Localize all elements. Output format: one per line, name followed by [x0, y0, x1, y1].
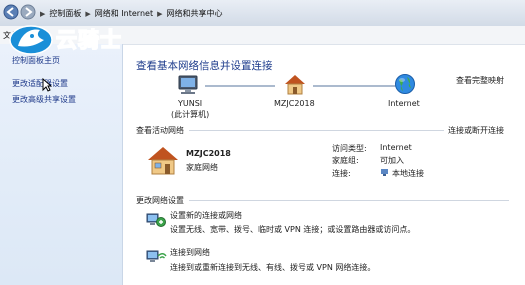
view-full-map-link[interactable]: 查看完整映射 — [456, 75, 504, 86]
connect-network-desc: 连接到或重新连接到无线、有线、拨号或 VPN 网络连接。 — [170, 263, 376, 272]
knight-logo-icon — [9, 25, 53, 55]
map-network-name: MZJC2018 — [274, 99, 315, 108]
active-network-name: MZJC2018 — [186, 149, 231, 158]
breadcrumb-network-internet[interactable]: 网络和 Internet — [95, 8, 153, 19]
watermark-text: 云骑士 — [55, 27, 122, 53]
local-connection-link[interactable]: 本地连接 — [392, 168, 424, 179]
mouse-pointer-icon — [42, 78, 52, 92]
sidebar-item-change-adapter[interactable]: 更改适配器设置 — [12, 78, 68, 89]
change-settings-header: 更改网络设置 — [136, 196, 184, 205]
homegroup-link[interactable]: 可加入 — [380, 155, 404, 166]
chevron-right-icon: ▶ — [85, 9, 91, 18]
connector-line-icon — [313, 85, 398, 87]
connect-network-link[interactable]: 连接到网络 — [170, 247, 210, 258]
network-setup-icon — [146, 213, 166, 227]
computer-sub: (此计算机) — [171, 110, 210, 119]
section-divider — [189, 130, 444, 131]
breadcrumb-network-sharing[interactable]: 网络和共享中心 — [166, 8, 222, 19]
sidebar-item-advanced-sharing[interactable]: 更改高级共享设置 — [12, 94, 76, 105]
connect-network-icon — [146, 250, 167, 262]
back-icon[interactable] — [3, 4, 19, 20]
page-title: 查看基本网络信息并设置连接 — [136, 60, 273, 72]
connections-label: 连接: — [332, 169, 351, 178]
section-divider — [189, 200, 509, 201]
sidebar: 控制面板主页 更改适配器设置 更改高级共享设置 — [0, 44, 123, 285]
active-networks-header: 查看活动网络 — [136, 126, 184, 135]
internet-label: Internet — [388, 99, 420, 108]
setup-connection-link[interactable]: 设置新的连接或网络 — [170, 210, 242, 221]
breadcrumb: ▶ 控制面板 ▶ 网络和 Internet ▶ 网络和共享中心 — [40, 8, 222, 19]
ethernet-icon — [381, 169, 388, 176]
connector-line-icon — [205, 85, 275, 87]
home-network-icon — [148, 147, 178, 175]
computer-icon — [178, 75, 198, 94]
chevron-right-icon: ▶ — [40, 9, 46, 18]
watermark-logo: 云骑士 — [8, 22, 122, 56]
access-type-label: 访问类型: — [332, 144, 367, 153]
sidebar-item-control-panel-home[interactable]: 控制面板主页 — [12, 55, 60, 66]
homegroup-label: 家庭组: — [332, 156, 359, 165]
main-content: 查看基本网络信息并设置连接 查看完整映射 YUNSI (此计算机) MZJC20… — [123, 44, 525, 285]
home-network-icon — [285, 75, 305, 95]
network-type-link[interactable]: 家庭网络 — [186, 162, 218, 173]
globe-icon — [395, 74, 415, 94]
forward-icon[interactable] — [20, 4, 36, 20]
chevron-right-icon: ▶ — [157, 9, 163, 18]
access-type-value: Internet — [380, 143, 412, 152]
computer-name: YUNSI — [178, 99, 203, 108]
breadcrumb-control-panel[interactable]: 控制面板 — [49, 8, 81, 19]
setup-connection-desc: 设置无线、宽带、拨号、临时或 VPN 连接；或设置路由器或访问点。 — [170, 225, 416, 234]
connect-disconnect-link[interactable]: 连接或断开连接 — [448, 125, 504, 136]
